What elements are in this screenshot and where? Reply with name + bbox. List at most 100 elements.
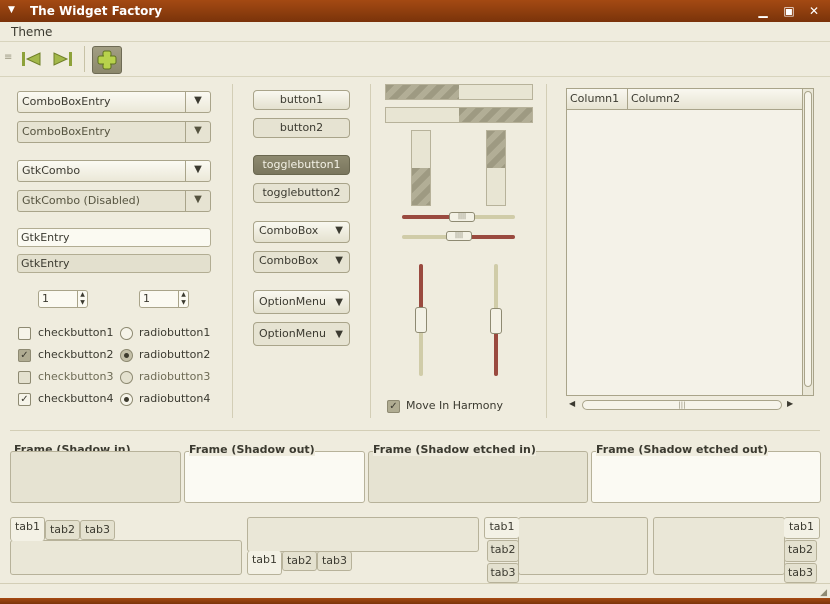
radiobutton-4[interactable]	[120, 393, 133, 406]
notebook-right-tab2[interactable]: tab2	[784, 540, 817, 562]
frame-label: Frame (Shadow etched in)	[373, 443, 536, 456]
window-bottom-border	[0, 598, 830, 604]
go-last-icon	[53, 52, 72, 66]
gtkcombo-disabled: GtkCombo (Disabled) ▼	[17, 190, 211, 212]
notebook-bottom-tab3[interactable]: tab3	[317, 551, 352, 571]
optionmenu-1[interactable]: OptionMenu ▼	[253, 290, 350, 314]
progress-bar-v2	[486, 130, 506, 206]
frame-shadow-etched-out	[591, 451, 821, 503]
toolbar: ≡	[0, 42, 830, 77]
horizontal-separator	[10, 430, 820, 431]
checkbutton-3	[18, 371, 31, 384]
column-separator	[546, 84, 547, 418]
checkbutton-1[interactable]	[18, 327, 31, 340]
window-title: The Widget Factory	[30, 4, 163, 18]
notebook-left-tab2[interactable]: tab2	[487, 540, 519, 562]
tree-view[interactable]: Column1 Column2	[566, 88, 814, 396]
move-in-harmony-label: Move In Harmony	[406, 399, 503, 412]
scrollbar-thumb[interactable]: |||	[582, 400, 782, 410]
add-button[interactable]	[92, 46, 122, 74]
checkbutton-2[interactable]: ✓	[18, 349, 31, 362]
progress-fill	[412, 168, 430, 205]
notebook-bottom-tab2[interactable]: tab2	[282, 551, 317, 571]
notebook-left-tab3[interactable]: tab3	[487, 563, 519, 583]
combobox-1[interactable]: ComboBox ▼	[253, 221, 350, 243]
checkbutton-label: checkbutton4	[38, 392, 114, 405]
notebook-top-tab1[interactable]: tab1	[10, 517, 45, 541]
menu-theme[interactable]: Theme	[11, 25, 52, 39]
combobox-2[interactable]: ComboBox ▼	[253, 251, 350, 273]
dropdown-arrow-icon[interactable]: ▼	[185, 91, 210, 113]
notebook-right-page	[653, 517, 785, 575]
progress-bar-h2	[385, 107, 533, 123]
gtk-entry-1[interactable]: GtkEntry	[17, 228, 211, 247]
hscale-1-slider[interactable]: ||||	[449, 212, 475, 222]
spin-arrows-icon[interactable]: ▲ ▼	[178, 291, 188, 307]
dropdown-arrow-icon: ▼	[335, 297, 343, 308]
scroll-right-icon[interactable]: ▶	[787, 399, 793, 408]
radiobutton-label: radiobutton2	[139, 348, 211, 361]
notebook-top-tab2[interactable]: tab2	[45, 520, 80, 540]
minimize-icon[interactable]: ▁	[755, 3, 771, 19]
notebook-top-tab3[interactable]: tab3	[80, 520, 115, 540]
progress-bar-h1	[385, 84, 533, 100]
column-separator	[370, 84, 371, 418]
progress-fill	[487, 131, 505, 168]
button2[interactable]: button2	[253, 118, 350, 138]
column-header-2[interactable]: Column2	[627, 89, 802, 110]
radiobutton-label: radiobutton3	[139, 370, 211, 383]
menu-bar: Theme	[0, 22, 830, 42]
resize-grip-icon[interactable]: ◢	[820, 588, 827, 598]
add-icon	[97, 50, 117, 70]
vscale-1-slider[interactable]	[415, 307, 427, 333]
progress-fill	[386, 85, 459, 99]
vertical-scrollbar[interactable]	[802, 89, 813, 395]
scroll-left-icon[interactable]: ◀	[569, 399, 575, 408]
togglebutton1[interactable]: togglebutton1	[253, 155, 350, 175]
radiobutton-label: radiobutton4	[139, 392, 211, 405]
hscale-2-slider[interactable]: ||||	[446, 231, 472, 241]
spin-button-2[interactable]: 1 ▲ ▼	[139, 290, 189, 308]
close-icon[interactable]: ✕	[806, 3, 822, 19]
dropdown-arrow-icon[interactable]: ▼	[185, 160, 210, 182]
spin-arrows-icon[interactable]: ▲ ▼	[77, 291, 87, 307]
radiobutton-1[interactable]	[120, 327, 133, 340]
notebook-top-page	[10, 540, 242, 575]
gtkcombo[interactable]: GtkCombo ▼	[17, 160, 211, 182]
frame-shadow-etched-in	[368, 451, 588, 503]
radiobutton-2[interactable]	[120, 349, 133, 362]
frame-shadow-out	[184, 451, 365, 503]
maximize-icon[interactable]: ▣	[781, 3, 797, 19]
go-last-button[interactable]	[48, 46, 76, 72]
radiobutton-label: radiobutton1	[139, 326, 211, 339]
frame-shadow-in	[10, 451, 181, 503]
title-bar[interactable]: ▼ The Widget Factory ▁ ▣ ✕	[0, 0, 830, 22]
notebook-right-tab3[interactable]: tab3	[784, 563, 817, 583]
vscale-2-slider[interactable]	[490, 308, 502, 334]
window-menu-icon[interactable]: ▼	[8, 5, 15, 15]
notebook-left-page	[518, 517, 648, 575]
spin-button-1[interactable]: 1 ▲ ▼	[38, 290, 88, 308]
checkbutton-label: checkbutton2	[38, 348, 114, 361]
horizontal-scrollbar[interactable]: ◀ ||| ▶	[566, 398, 798, 412]
toolbar-separator	[84, 46, 85, 72]
dropdown-arrow-icon[interactable]: ▼	[185, 121, 210, 143]
go-first-button[interactable]	[18, 46, 46, 72]
combobox-entry-2[interactable]: ComboBoxEntry ▼	[17, 121, 211, 143]
checkbutton-4[interactable]: ✓	[18, 393, 31, 406]
column-header-1[interactable]: Column1	[567, 89, 627, 110]
notebook-right-tab1[interactable]: tab1	[784, 517, 820, 539]
dropdown-arrow-icon: ▼	[185, 190, 210, 212]
column-separator	[232, 84, 233, 418]
dropdown-arrow-icon: ▼	[335, 255, 343, 266]
notebook-bottom-tab1[interactable]: tab1	[247, 551, 282, 575]
move-in-harmony-checkbox[interactable]: ✓	[387, 400, 400, 413]
button1[interactable]: button1	[253, 90, 350, 110]
scrollbar-thumb[interactable]	[804, 91, 812, 387]
optionmenu-2[interactable]: OptionMenu ▼	[253, 322, 350, 346]
togglebutton2[interactable]: togglebutton2	[253, 183, 350, 203]
dropdown-arrow-icon: ▼	[335, 225, 343, 236]
combobox-entry-1[interactable]: ComboBoxEntry ▼	[17, 91, 211, 113]
toolbar-grip-icon[interactable]: ≡	[4, 52, 12, 63]
notebook-left-tab1[interactable]: tab1	[484, 517, 519, 539]
